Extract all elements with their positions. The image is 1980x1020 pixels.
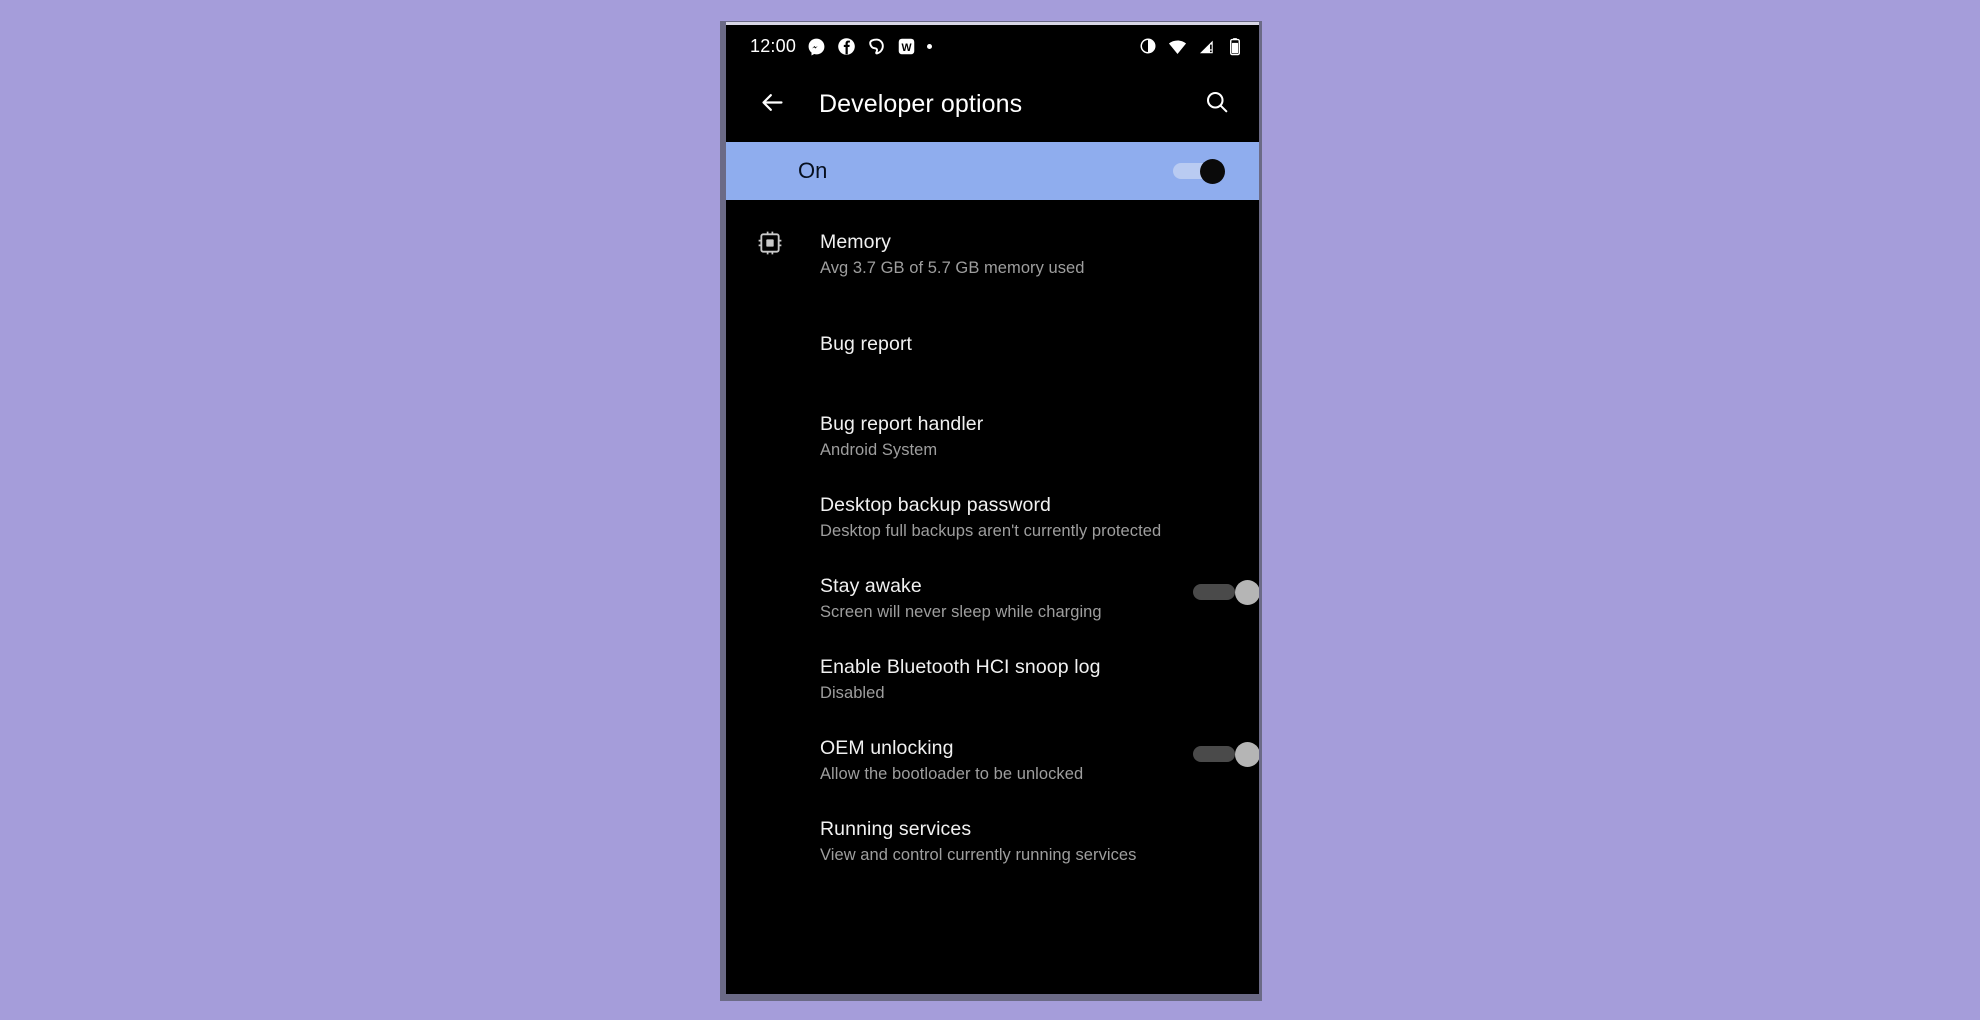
list-item-text: Enable Bluetooth HCI snoop log Disabled [820,655,1237,704]
master-switch-label: On [798,158,828,183]
list-item-bluetooth-hci-snoop-log[interactable]: Enable Bluetooth HCI snoop log Disabled [726,655,1259,711]
toggle-thumb [1235,742,1259,767]
list-item-summary: Screen will never sleep while charging [820,603,1102,621]
list-item-desktop-backup-password[interactable]: Desktop backup password Desktop full bac… [726,493,1259,549]
battery-icon [1228,37,1242,56]
master-switch-toggle[interactable] [1173,159,1225,184]
list-item-memory[interactable]: Memory Avg 3.7 GB of 5.7 GB memory used [726,230,1259,286]
arrow-back-icon [759,89,786,121]
list-item-title: Stay awake [820,575,922,597]
list-item-summary: Disabled [820,684,885,702]
search-icon [1204,89,1230,120]
list-item-text: Memory Avg 3.7 GB of 5.7 GB memory used [820,230,1237,279]
memory-chip-icon [748,230,792,256]
list-item-text: Running services View and control curren… [820,817,1237,866]
list-item-summary: View and control currently running servi… [820,846,1137,864]
phone-screen: 12:00 W Developer options On Memory Avg … [726,22,1259,994]
search-button[interactable] [1197,85,1237,125]
list-item-text: OEM unlocking Allow the bootloader to be… [820,736,1235,785]
ring-notification-icon [867,37,886,56]
screenshot-canvas: 12:00 W Developer options On Memory Avg … [0,0,1980,1020]
list-item-text: Bug report handler Android System [820,412,1237,461]
list-item-text: Desktop backup password Desktop full bac… [820,493,1237,542]
list-item-title: Bug report [820,333,913,355]
app-bar: Developer options [726,67,1259,142]
list-item-text: Bug report [820,332,1237,356]
list-item-bug-report[interactable]: Bug report [726,332,1259,388]
status-bar: 12:00 W [726,25,1259,67]
status-bar-clock: 12:00 [750,35,797,56]
list-item-title: Desktop backup password [820,494,1052,516]
list-item-summary: Desktop full backups aren't currently pr… [820,522,1162,540]
facebook-icon [837,37,856,56]
list-item-running-services[interactable]: Running services View and control curren… [726,817,1259,873]
status-bar-left-group: 12:00 W [750,35,933,57]
list-item-title: Memory [820,231,892,253]
settings-list[interactable]: Memory Avg 3.7 GB of 5.7 GB memory used … [726,200,1259,994]
svg-text:W: W [902,41,913,53]
list-item-title: Running services [820,818,972,840]
wifi-icon [1168,37,1187,56]
list-item-bug-report-handler[interactable]: Bug report handler Android System [726,412,1259,468]
dark-theme-contrast-icon [1139,37,1157,55]
developer-options-master-switch-row[interactable]: On [726,142,1259,200]
list-item-summary: Allow the bootloader to be unlocked [820,765,1084,783]
list-item-title: Enable Bluetooth HCI snoop log [820,656,1101,678]
list-item-text: Stay awake Screen will never sleep while… [820,574,1235,623]
list-item-oem-unlocking[interactable]: OEM unlocking Allow the bootloader to be… [726,736,1259,792]
status-bar-right-group [1139,37,1242,56]
list-item-title: OEM unlocking [820,737,954,759]
back-button[interactable] [752,85,792,125]
list-item-stay-awake[interactable]: Stay awake Screen will never sleep while… [726,574,1259,630]
list-item-summary: Android System [820,441,938,459]
list-item-title: Bug report handler [820,413,984,435]
cellular-signal-alert-icon [1198,37,1217,56]
list-item-summary: Avg 3.7 GB of 5.7 GB memory used [820,259,1085,277]
toggle-track [1193,746,1235,762]
toggle-track [1193,584,1235,600]
w-app-icon: W [897,37,916,56]
toggle-thumb [1235,580,1259,605]
toggle-thumb [1200,159,1225,184]
page-title: Developer options [819,90,1023,118]
more-notifications-dot-icon [927,43,933,49]
messenger-icon [807,37,826,56]
